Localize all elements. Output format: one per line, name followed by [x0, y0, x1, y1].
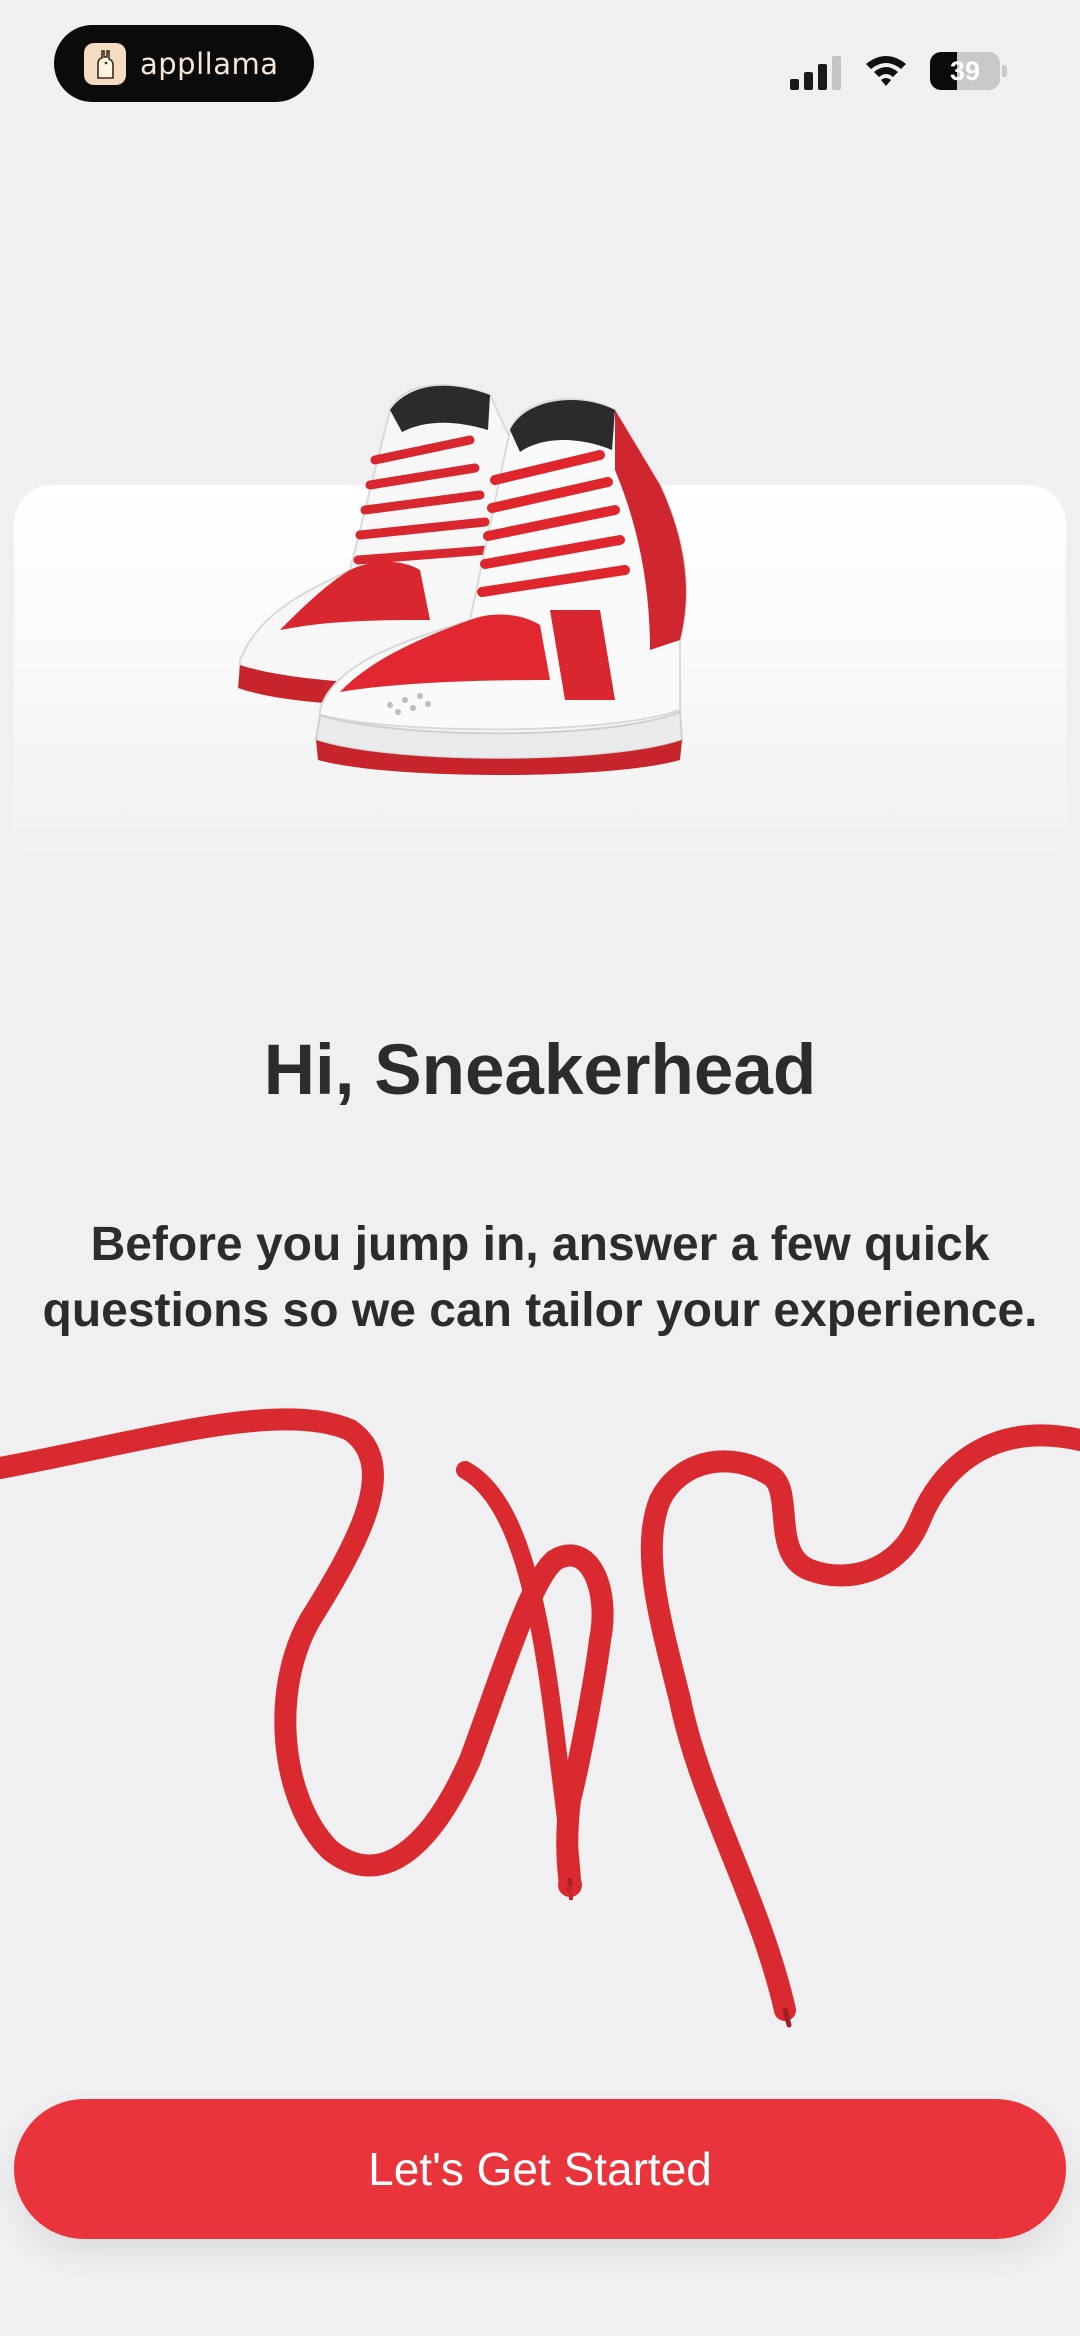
brand-pill[interactable]: appllama [54, 25, 314, 102]
wifi-icon [866, 56, 906, 86]
battery-icon: 39 [930, 52, 1008, 90]
shoelaces-illustration [0, 1408, 1080, 2028]
llama-logo-icon [84, 42, 126, 85]
status-bar: appllama 39 [0, 0, 1080, 140]
greeting-title: Hi, Sneakerhead [263, 1031, 817, 1110]
battery-level: 39 [949, 56, 981, 86]
sneaker-illustration [238, 384, 687, 775]
get-started-button[interactable]: Let's Get Started [14, 2099, 1066, 2239]
brand-name: appllama [140, 46, 279, 81]
intro-text: Before you jump in, answer a few quick q… [42, 1218, 1038, 1337]
cellular-signal-icon [790, 56, 841, 90]
